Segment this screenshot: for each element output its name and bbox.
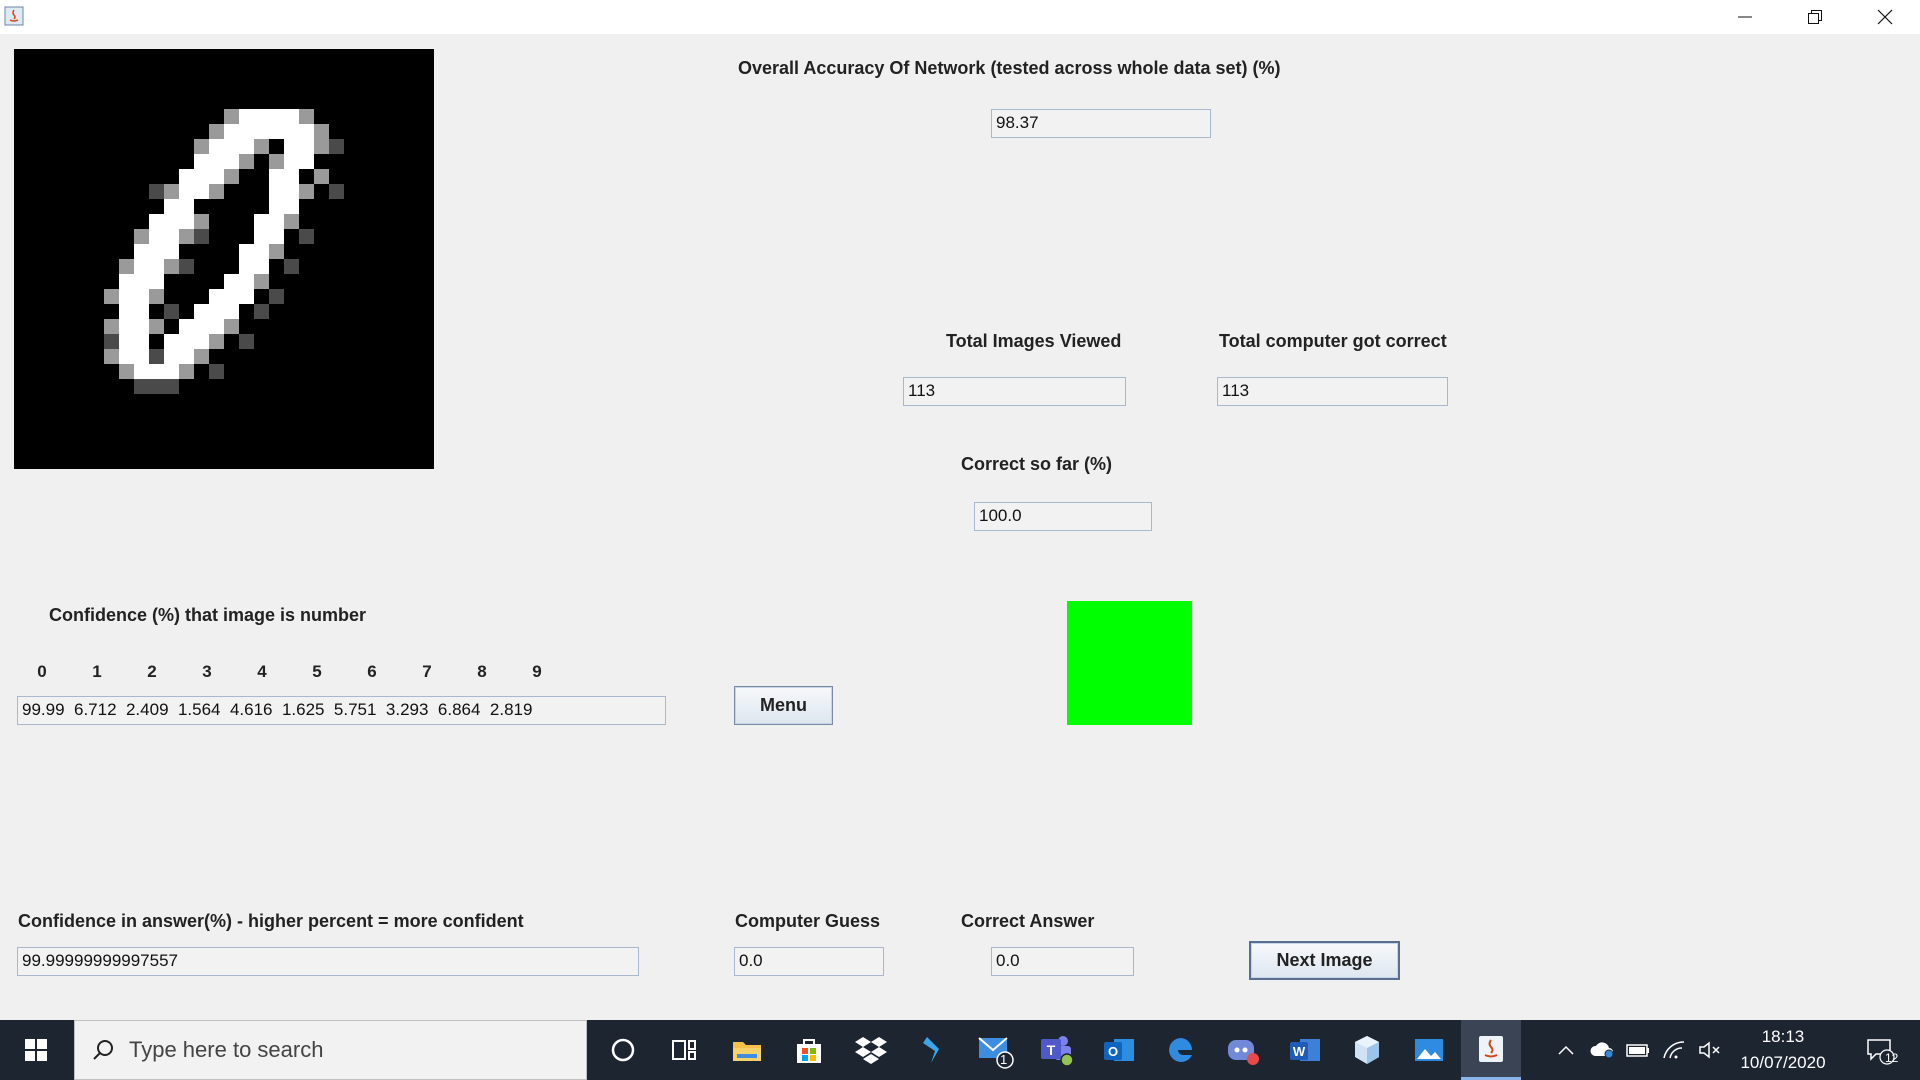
java-icon[interactable]	[1461, 1020, 1521, 1080]
close-icon[interactable]	[1850, 0, 1920, 34]
windows-start-icon[interactable]	[6, 1020, 66, 1080]
window-title-bar	[0, 0, 1920, 34]
minimize-icon[interactable]	[1710, 0, 1780, 34]
store-icon[interactable]	[779, 1020, 839, 1080]
mail-badge: 1	[1000, 1052, 1008, 1067]
clock-date: 10/07/2020	[1740, 1053, 1826, 1072]
svg-text:O: O	[1108, 1044, 1118, 1059]
task-view-icon[interactable]	[655, 1020, 715, 1080]
digit-header: 4	[257, 662, 267, 681]
java-icon[interactable]	[4, 5, 24, 27]
digit-image	[14, 49, 434, 469]
mail-icon[interactable]: 1	[965, 1020, 1025, 1080]
result-indicator-square	[1067, 601, 1192, 725]
digit-header: 0	[37, 662, 47, 681]
clock-time: 18:13	[1761, 1027, 1805, 1046]
svg-text:T: T	[1047, 1042, 1056, 1058]
volume-muted-icon[interactable]	[1692, 1020, 1728, 1080]
digit-header: 7	[422, 662, 432, 681]
overall-accuracy-field[interactable]: 98.37	[991, 109, 1211, 138]
next-image-button[interactable]: Next Image	[1249, 941, 1400, 980]
digit-header: 8	[477, 662, 487, 681]
correct-answer-label: Correct Answer	[961, 911, 1095, 931]
dropbox-icon[interactable]	[841, 1020, 901, 1080]
outlook-icon[interactable]: O	[1089, 1020, 1149, 1080]
digit-header: 9	[532, 662, 542, 681]
correct-so-far-label: Correct so far (%)	[961, 454, 1113, 474]
menu-button[interactable]: Menu	[734, 686, 833, 725]
correct-answer-field[interactable]: 0.0	[991, 947, 1134, 976]
photos-icon[interactable]	[1399, 1020, 1459, 1080]
computer-guess-label: Computer Guess	[735, 911, 881, 931]
visual-studio-icon[interactable]	[903, 1020, 963, 1080]
total-correct-field[interactable]: 113	[1217, 377, 1448, 406]
word-icon[interactable]: W	[1275, 1020, 1335, 1080]
notification-badge: 12	[1885, 1051, 1899, 1065]
digit-header: 3	[202, 662, 212, 681]
discord-icon[interactable]	[1213, 1020, 1273, 1080]
search-placeholder: Type here to search	[129, 1037, 324, 1062]
edge-icon[interactable]	[1151, 1020, 1211, 1080]
computer-guess-field[interactable]: 0.0	[734, 947, 884, 976]
wifi-icon[interactable]	[1656, 1020, 1692, 1080]
digit-header-row: 0 1 2 3 4 5 6 7 8 9	[32, 662, 552, 684]
confidence-label: Confidence (%) that image is number	[49, 605, 367, 625]
total-correct-label: Total computer got correct	[1219, 331, 1447, 351]
svg-text:W: W	[1293, 1044, 1306, 1059]
taskbar-search-box[interactable]: Type here to search	[74, 1020, 587, 1080]
confidence-values-field[interactable]: 99.99 6.712 2.409 1.564 4.616 1.625 5.75…	[17, 696, 666, 725]
overall-accuracy-label: Overall Accuracy Of Network (tested acro…	[738, 58, 1281, 78]
battery-icon[interactable]	[1620, 1020, 1656, 1080]
digit-header: 6	[367, 662, 377, 681]
digit-header: 5	[312, 662, 322, 681]
3d-viewer-icon[interactable]	[1337, 1020, 1397, 1080]
teams-icon[interactable]: T	[1027, 1020, 1087, 1080]
notifications-icon[interactable]: 12	[1850, 1020, 1910, 1080]
digit-zero-pixels	[14, 49, 434, 469]
correct-so-far-field[interactable]: 100.0	[974, 502, 1152, 531]
total-viewed-field[interactable]: 113	[903, 377, 1126, 406]
onedrive-icon[interactable]	[1584, 1020, 1620, 1080]
answer-confidence-field[interactable]: 99.99999999997557	[17, 947, 639, 976]
digit-header: 2	[147, 662, 157, 681]
digit-header: 1	[92, 662, 102, 681]
file-explorer-icon[interactable]	[717, 1020, 777, 1080]
system-clock[interactable]: 18:13 10/07/2020	[1733, 1024, 1833, 1076]
total-viewed-label: Total Images Viewed	[946, 331, 1122, 351]
chevron-up-icon[interactable]	[1548, 1020, 1584, 1080]
answer-confidence-label: Confidence in answer(%) - higher percent…	[18, 911, 524, 931]
search-icon	[91, 1038, 115, 1062]
cortana-icon[interactable]	[593, 1020, 653, 1080]
taskbar-apps: 1 T O W 18:13 10/07/2020 12	[593, 1020, 1920, 1080]
restore-icon[interactable]	[1780, 0, 1850, 34]
